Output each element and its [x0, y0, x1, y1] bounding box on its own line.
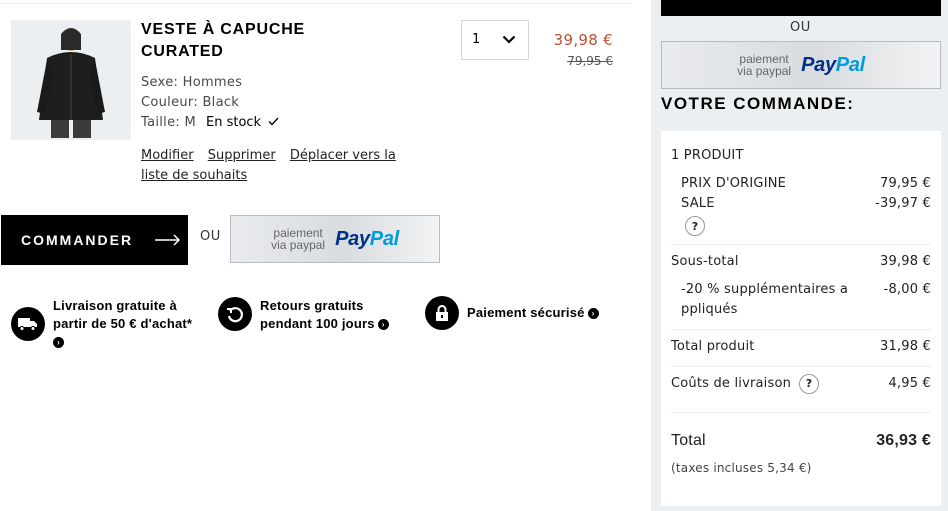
product-total-row: Total produit 31,98 €: [671, 337, 931, 357]
product-color: Couleur: Black: [141, 95, 240, 110]
paypal-button-sidebar[interactable]: paiement via paypal PayPal: [661, 41, 941, 89]
feature-label: Retours gratuits pendant 100 jours: [260, 298, 375, 331]
product-name[interactable]: VESTE À CAPUCHE CURATED: [141, 19, 341, 63]
chevron-right-icon: ›: [53, 337, 64, 349]
top-divider: [0, 3, 632, 4]
arrow-right-icon: [155, 234, 181, 246]
jacket-photo: [11, 20, 131, 140]
paypal-logo-pay: Pay: [801, 53, 836, 76]
total-row: Total 36,93 €: [671, 431, 931, 451]
product-total-label: Total produit: [671, 339, 755, 354]
sale-row: SALE -39,97 €: [681, 194, 931, 214]
product-total-value: 31,98 €: [879, 339, 931, 354]
tax-note-row: (taxes incluses 5,34 €): [671, 458, 931, 478]
paypal-caption-line2: via paypal: [737, 64, 792, 78]
stock-status: En stock: [206, 113, 279, 133]
paypal-caption-line2: via paypal: [271, 238, 326, 252]
divider: [671, 244, 931, 245]
subtotal-value: 39,98 €: [879, 254, 931, 269]
items-count: 1 PRODUIT: [671, 148, 744, 163]
sale-value: -39,97 €: [875, 196, 931, 211]
divider: [671, 412, 931, 413]
product-gender: Sexe: Hommes: [141, 75, 243, 90]
original-price-value: 79,95 €: [879, 176, 931, 191]
original-price: 79,95 €: [567, 54, 613, 68]
quantity-select[interactable]: 1: [461, 20, 529, 60]
paypal-logo-pal: Pal: [369, 227, 399, 250]
paypal-caption: paiement via paypal: [271, 227, 325, 251]
items-count-row: 1 PRODUIT: [671, 146, 931, 166]
subtotal-row: Sous-total 39,98 €: [671, 252, 931, 272]
extra-discount-label: -20 % supplémentaires appliqués: [681, 282, 849, 317]
quantity-value: 1: [472, 32, 481, 47]
paypal-logo-pal: Pal: [835, 53, 865, 76]
original-price-row: PRIX D'ORIGINE 79,95 €: [681, 174, 931, 194]
paypal-logo-pay: Pay: [335, 227, 370, 250]
tax-note: (taxes incluses 5,34 €): [671, 461, 812, 475]
product-actions: Modifier Supprimer Déplacer vers la list…: [141, 146, 401, 186]
shipping-info-icon[interactable]: ?: [799, 374, 820, 394]
paypal-logo: PayPal: [335, 228, 399, 251]
shipping-row: Coûts de livraison? 4,95 €: [671, 374, 931, 394]
original-price-label: PRIX D'ORIGINE: [681, 176, 787, 191]
subtotal-label: Sous-total: [671, 254, 739, 269]
checkout-button-top[interactable]: [661, 0, 941, 16]
total-value: 36,93 €: [876, 432, 931, 449]
checkout-label: COMMANDER: [21, 232, 134, 248]
product-image[interactable]: [11, 20, 131, 140]
sale-info-button[interactable]: ?: [685, 216, 705, 236]
chevron-right-icon: ›: [377, 319, 389, 331]
stock-label: En stock: [206, 115, 262, 130]
feature-secure-payment[interactable]: Paiement sécurisé ›: [425, 296, 625, 330]
shipping-value: 4,95 €: [888, 376, 931, 391]
order-summary-title: VOTRE COMMANDE:: [661, 94, 855, 113]
extra-discount-row: -20 % supplémentaires appliqués -8,00 €: [681, 280, 931, 320]
sale-price: 39,98 €: [553, 31, 613, 49]
delete-link[interactable]: Supprimer: [208, 148, 276, 163]
chevron-down-icon: [502, 35, 516, 44]
paypal-caption: paiement via paypal: [737, 53, 791, 77]
return-icon: [218, 297, 252, 331]
shipping-label: Coûts de livraison: [671, 376, 792, 391]
or-separator: OU: [200, 229, 221, 244]
order-summary: 1 PRODUIT PRIX D'ORIGINE 79,95 € SALE -3…: [661, 131, 941, 506]
feature-free-returns[interactable]: Retours gratuits pendant 100 jours ›: [218, 297, 418, 333]
paypal-button[interactable]: paiement via paypal PayPal: [230, 215, 440, 263]
feature-free-shipping[interactable]: Livraison gratuite à partir de 50 € d'ac…: [11, 297, 211, 351]
total-label: Total: [671, 432, 706, 449]
feature-label: Paiement sécurisé: [467, 305, 585, 320]
sale-label: SALE: [681, 196, 715, 211]
truck-icon: [11, 307, 45, 341]
edit-link[interactable]: Modifier: [141, 148, 194, 163]
divider: [671, 329, 931, 330]
check-icon: [268, 117, 279, 126]
feature-label: Livraison gratuite à partir de 50 € d'ac…: [53, 298, 193, 331]
checkout-button[interactable]: COMMANDER: [1, 215, 188, 265]
divider: [671, 366, 931, 367]
or-separator-sidebar: OU: [790, 20, 811, 35]
product-size: Taille: M: [141, 115, 197, 130]
lock-icon: [425, 296, 459, 330]
question-icon: ?: [685, 216, 705, 236]
paypal-logo: PayPal: [801, 54, 865, 77]
chevron-right-icon: ›: [587, 308, 599, 320]
extra-discount-value: -8,00 €: [883, 282, 931, 297]
